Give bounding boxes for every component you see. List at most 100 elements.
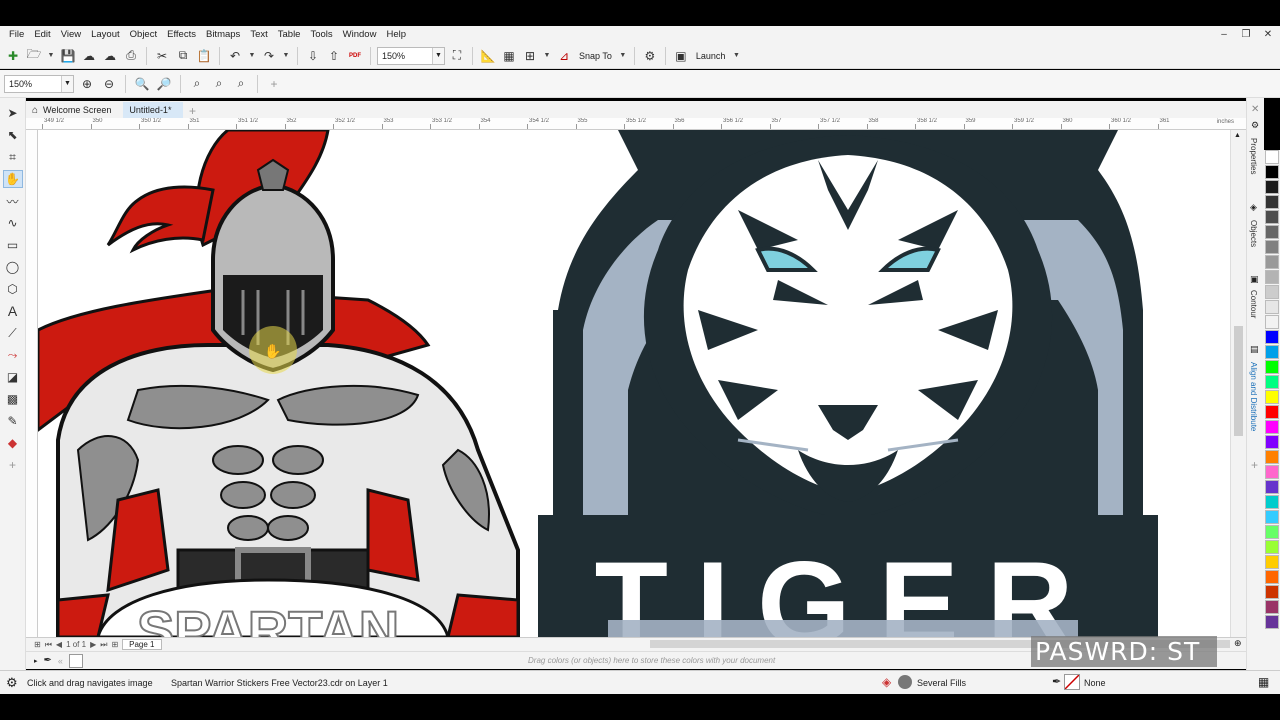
add-page-end-icon[interactable]: ⊞ [111, 640, 118, 649]
show-grid-icon[interactable]: ▦ [500, 47, 518, 65]
menu-help[interactable]: Help [381, 26, 411, 43]
palette-swatch[interactable] [1265, 240, 1279, 254]
cloud-upload-icon[interactable]: ☁ [80, 47, 98, 65]
color-settings-icon[interactable]: ▦ [1258, 675, 1269, 689]
menu-effects[interactable]: Effects [162, 26, 201, 43]
pan-tool-icon[interactable]: ✋ [2, 170, 23, 188]
show-rulers-icon[interactable]: 📐 [479, 47, 497, 65]
eyedropper-icon[interactable]: ✎ [3, 412, 23, 430]
palette-swatch[interactable] [1265, 375, 1279, 389]
palette-swatch[interactable] [1265, 555, 1279, 569]
freehand-tool-icon[interactable]: 〰 [3, 192, 23, 210]
cut-icon[interactable]: ✂ [153, 47, 171, 65]
palette-swatch[interactable] [1265, 525, 1279, 539]
copy-icon[interactable]: ⧉ [174, 47, 192, 65]
polygon-tool-icon[interactable]: ⬡ [3, 280, 23, 298]
undo-dropdown-icon[interactable]: ▼ [247, 47, 257, 65]
interactive-fill-icon[interactable]: ◆ [3, 434, 23, 452]
add-tool-icon[interactable]: + [3, 456, 23, 474]
chevron-down-icon[interactable]: ▼ [432, 47, 444, 64]
first-page-icon[interactable]: ⏮ [45, 640, 52, 650]
snap-to-label[interactable]: Snap To [576, 51, 615, 61]
view-dropdown-icon[interactable]: ▼ [542, 47, 552, 65]
palette-swatch[interactable] [1265, 450, 1279, 464]
docker-tab-align-and-distribute[interactable]: Align and Distribute [1249, 362, 1258, 431]
zoom-to-page-icon[interactable]: ⌕ [188, 75, 206, 93]
full-screen-icon[interactable]: ⛶ [448, 47, 466, 65]
menu-view[interactable]: View [56, 26, 86, 43]
scroll-up-icon[interactable]: ▲ [1234, 132, 1241, 139]
snap-dropdown-icon[interactable]: ▼ [618, 47, 628, 65]
shape-tool-icon[interactable]: ⬉ [3, 126, 23, 144]
connector-tool-icon[interactable]: ⤳ [3, 346, 23, 364]
palette-swatch[interactable] [1265, 330, 1279, 344]
crop-tool-icon[interactable]: ⌗ [3, 148, 23, 166]
minimize-icon[interactable]: – [1218, 29, 1230, 40]
zoom-to-page-height-icon[interactable]: ⌕ [232, 75, 250, 93]
palette-swatch[interactable] [1265, 510, 1279, 524]
zoom-out-icon[interactable]: ⊖ [100, 75, 118, 93]
palette-expand-icon[interactable]: ▸ [34, 657, 38, 665]
drawing-canvas[interactable]: SPARTAN ✋ TIGER [38, 130, 1230, 637]
palette-swatch[interactable] [1265, 285, 1279, 299]
import-icon[interactable]: ⇩ [304, 47, 322, 65]
palette-swatch[interactable] [1265, 225, 1279, 239]
palette-swatch[interactable] [1265, 300, 1279, 314]
drop-shadow-icon[interactable]: ◪ [3, 368, 23, 386]
palette-swatch[interactable] [1265, 390, 1279, 404]
fill-swatch[interactable] [898, 675, 912, 689]
palette-swatch[interactable] [1265, 435, 1279, 449]
tab-welcome-screen[interactable]: ⌂ Welcome Screen [26, 102, 123, 118]
vertical-scrollbar[interactable]: ▲ [1230, 130, 1246, 637]
new-document-icon[interactable]: ✚ [4, 47, 22, 65]
open-dropdown-icon[interactable]: ▼ [46, 47, 56, 65]
palette-swatch[interactable] [1265, 180, 1279, 194]
options-gear-icon[interactable]: ⚙ [641, 47, 659, 65]
paste-icon[interactable]: 📋 [195, 47, 213, 65]
palette-menu-icon[interactable]: « [58, 656, 63, 666]
redo-icon[interactable]: ↷ [260, 47, 278, 65]
vertical-scroll-thumb[interactable] [1234, 326, 1243, 436]
next-page-icon[interactable]: ▶ [90, 640, 96, 649]
last-page-icon[interactable]: ⏭ [100, 640, 107, 650]
previous-page-icon[interactable]: ◀ [56, 640, 62, 649]
zoom-to-all-objects-icon[interactable]: 🔎 [155, 75, 173, 93]
zoom-level-combo[interactable]: 150% ▼ [4, 74, 74, 93]
ellipse-tool-icon[interactable]: ◯ [3, 258, 23, 276]
menu-text[interactable]: Text [245, 26, 272, 43]
menu-table[interactable]: Table [273, 26, 306, 43]
print-icon[interactable]: ⎙ [122, 47, 140, 65]
palette-swatch[interactable] [1265, 585, 1279, 599]
export-icon[interactable]: ⇧ [325, 47, 343, 65]
launch-dropdown-icon[interactable]: ▼ [731, 47, 741, 65]
palette-swatch[interactable] [1265, 540, 1279, 554]
save-icon[interactable]: 💾 [59, 47, 77, 65]
zoom-corner-icon[interactable]: ⊕ [1234, 638, 1242, 649]
menu-tools[interactable]: Tools [305, 26, 337, 43]
palette-swatch[interactable] [1265, 360, 1279, 374]
tab-untitled-1[interactable]: Untitled-1* [123, 102, 184, 118]
rectangle-tool-icon[interactable]: ▭ [3, 236, 23, 254]
text-tool-icon[interactable]: A [3, 302, 23, 320]
settings-icon[interactable]: ⚙ [6, 675, 18, 691]
menu-object[interactable]: Object [125, 26, 162, 43]
pdf-icon[interactable]: PDF [346, 47, 364, 65]
pick-tool-icon[interactable]: ➤ [3, 104, 23, 122]
restore-icon[interactable]: ❐ [1240, 29, 1252, 40]
docker-tab-properties[interactable]: Properties [1249, 138, 1258, 174]
palette-swatch[interactable] [1265, 405, 1279, 419]
no-color-swatch[interactable] [68, 653, 83, 668]
palette-swatch[interactable] [1265, 345, 1279, 359]
palette-swatch[interactable] [1265, 570, 1279, 584]
cloud-download-icon[interactable]: ☁ [101, 47, 119, 65]
parallel-dimension-icon[interactable]: ⟋ [3, 324, 23, 342]
docker-tab-objects[interactable]: Objects [1249, 220, 1258, 247]
close-icon[interactable]: ✕ [1262, 29, 1274, 40]
launch-label[interactable]: Launch [693, 51, 729, 61]
zoom-in-icon[interactable]: ⊕ [78, 75, 96, 93]
add-icon[interactable]: + [265, 75, 283, 93]
palette-swatch[interactable] [1265, 195, 1279, 209]
add-docker-icon[interactable]: + [1251, 458, 1258, 472]
palette-swatch[interactable] [1265, 315, 1279, 329]
open-icon[interactable]: 🗁 [25, 47, 43, 65]
